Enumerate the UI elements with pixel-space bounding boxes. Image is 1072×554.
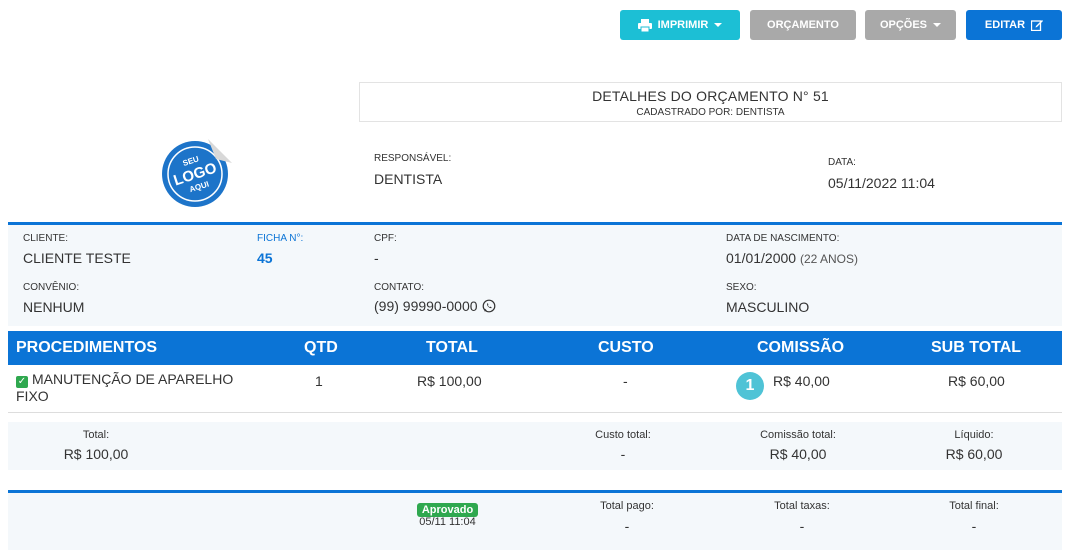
sex-value: MASCULINO — [726, 299, 810, 315]
contact-field: (99) 99990-0000 — [374, 298, 496, 314]
cost-total-label: Custo total: — [595, 429, 651, 441]
quote-button-label: ORÇAMENTO — [767, 19, 839, 31]
commission-total-value: R$ 40,00 — [769, 446, 827, 462]
whatsapp-icon[interactable] — [482, 299, 496, 313]
status-date: 05/11 11:04 — [419, 516, 476, 528]
header-commission: COMISSÃO — [757, 339, 845, 356]
edit-icon — [1031, 20, 1044, 31]
fees-value: - — [799, 518, 805, 534]
header-total: TOTAL — [426, 339, 478, 356]
page-title: DETALHES DO ORÇAMENTO N° 51 — [592, 88, 829, 104]
paid-label: Total pago: — [600, 500, 654, 512]
sex-label: SEXO: — [726, 282, 757, 293]
birth-date-field: 01/01/2000 (22 ANOS) — [726, 250, 858, 266]
printer-icon — [637, 18, 652, 32]
net-label: Líquido: — [954, 429, 994, 441]
status-badge: Aprovado — [416, 503, 479, 517]
procedure-name: MANUTENÇÃO DE APARELHO FIXO — [16, 371, 234, 404]
checkbox-checked-icon: ✓ — [16, 376, 28, 388]
print-button-label: IMPRIMIR — [657, 19, 709, 31]
client-label: CLIENTE: — [23, 233, 69, 244]
final-value: - — [971, 518, 977, 534]
qty-cell: 1 — [315, 373, 323, 389]
totals-panel: Total: R$ 100,00 Custo total: - Comissão… — [8, 422, 1062, 470]
edit-button[interactable]: EDITAR — [966, 10, 1062, 40]
insurance-value: NENHUM — [23, 299, 85, 315]
contact-value: (99) 99990-0000 — [374, 298, 478, 314]
contact-label: CONTATO: — [374, 282, 424, 293]
cost-cell: - — [623, 373, 628, 389]
header-procedures: PROCEDIMENTOS — [16, 339, 158, 356]
chevron-down-icon — [714, 23, 723, 27]
options-button[interactable]: OPÇÕES — [865, 10, 956, 40]
page-subtitle: CADASTRADO POR: DENTISTA — [636, 107, 785, 118]
payment-summary-panel: Aprovado 05/11 11:04 Total pago: - Total… — [8, 490, 1062, 550]
responsible-value: DENTISTA — [374, 171, 443, 187]
header-subtotal: SUB TOTAL — [931, 339, 1022, 356]
final-label: Total final: — [949, 500, 999, 512]
commission-cell: R$ 40,00 — [773, 373, 830, 389]
total-cell: R$ 100,00 — [417, 373, 482, 389]
company-logo: SEU LOGO AQUI — [160, 137, 232, 209]
file-number-label: FICHA N°: — [257, 233, 304, 244]
file-number-link[interactable]: 45 — [257, 250, 273, 266]
quote-button[interactable]: ORÇAMENTO — [750, 10, 856, 40]
client-value: CLIENTE TESTE — [23, 250, 131, 266]
procedures-table-header: PROCEDIMENTOS QTD TOTAL CUSTO COMISSÃO S… — [8, 331, 1062, 365]
edit-button-label: EDITAR — [984, 19, 1026, 31]
total-label: Total: — [82, 429, 110, 441]
paid-value: - — [624, 518, 630, 534]
commission-total-label: Comissão total: — [760, 429, 836, 441]
table-row: ✓ MANUTENÇÃO DE APARELHO FIXO 1 R$ 100,00… — [8, 365, 1062, 413]
options-button-label: OPÇÕES — [879, 19, 928, 31]
responsible-label: RESPONSÁVEL: — [374, 153, 452, 164]
birth-date-label: DATA DE NASCIMENTO: — [726, 233, 840, 244]
header-qty: QTD — [304, 339, 338, 356]
header-cost: CUSTO — [598, 339, 654, 356]
client-info-panel — [8, 222, 1062, 326]
fees-label: Total taxas: — [774, 500, 830, 512]
cpf-value: - — [374, 250, 379, 266]
total-value: R$ 100,00 — [63, 446, 129, 462]
cpf-label: CPF: — [374, 233, 397, 244]
cost-total-value: - — [620, 446, 626, 462]
net-value: R$ 60,00 — [945, 446, 1003, 462]
age-value: (22 ANOS) — [799, 252, 858, 266]
subtotal-cell: R$ 60,00 — [948, 373, 1005, 389]
commission-count-badge[interactable]: 1 — [736, 372, 764, 400]
date-value: 05/11/2022 11:04 — [828, 175, 935, 191]
birth-date-value: 01/01/2000 — [726, 250, 797, 266]
insurance-label: CONVÊNIO: — [23, 282, 80, 293]
procedure-cell: ✓ MANUTENÇÃO DE APARELHO FIXO — [16, 371, 261, 405]
quote-title-box: DETALHES DO ORÇAMENTO N° 51 CADASTRADO P… — [359, 82, 1062, 122]
chevron-down-icon — [933, 23, 942, 27]
date-label: DATA: — [828, 157, 856, 168]
print-button[interactable]: IMPRIMIR — [620, 10, 740, 40]
